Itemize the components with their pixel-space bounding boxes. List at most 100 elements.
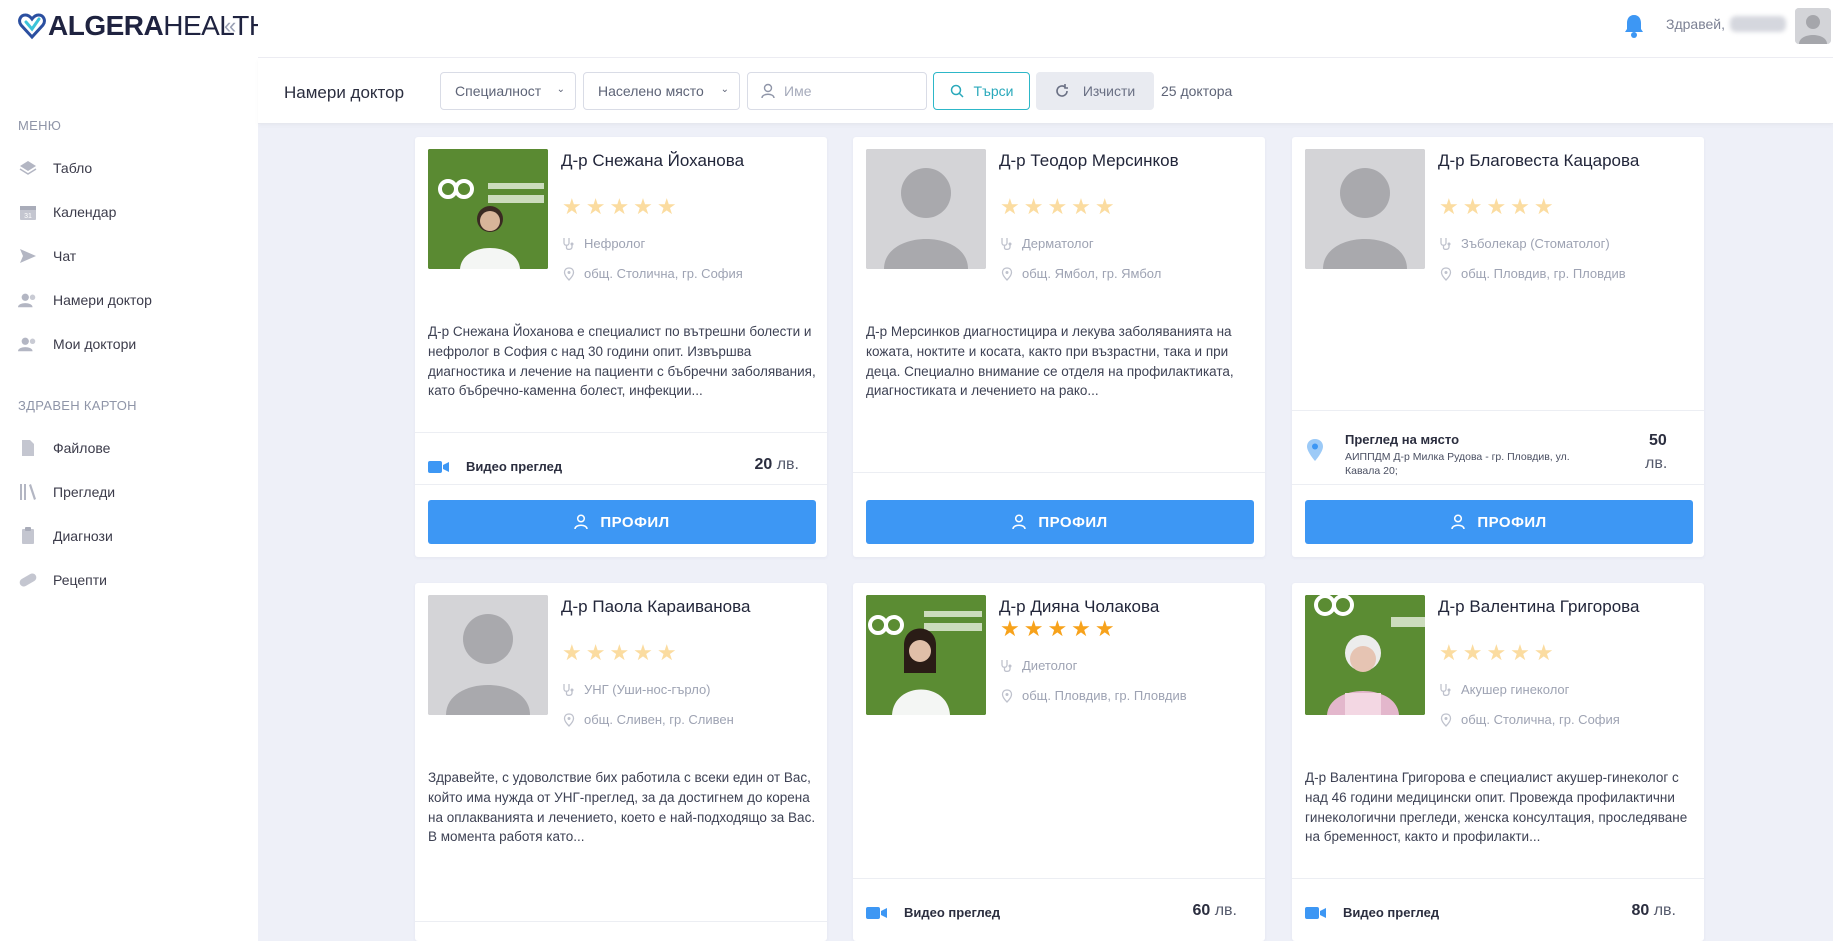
price-currency: лв.	[1214, 902, 1237, 919]
health-record-section-title: ЗДРАВЕН КАРТОН	[18, 398, 137, 413]
search-icon	[950, 84, 964, 98]
video-camera-icon	[1305, 906, 1326, 919]
sidebar-item-prescriptions[interactable]: Рецепти	[18, 568, 107, 592]
person-icon	[1012, 514, 1027, 530]
sidebar-item-chat[interactable]: Чат	[18, 244, 76, 268]
sidebar-item-dashboard[interactable]: Табло	[18, 156, 92, 180]
avatar-placeholder-icon	[1305, 149, 1425, 269]
divider	[1292, 484, 1704, 485]
doctor-name[interactable]: Д-р Паола Караиванова	[561, 595, 801, 619]
stethoscope-icon	[563, 237, 574, 250]
calendar-icon: 31	[18, 202, 38, 222]
notification-bell-icon[interactable]	[1622, 13, 1646, 39]
sidebar-item-my-doctors[interactable]: Мои доктори	[18, 332, 136, 356]
video-camera-icon	[866, 906, 887, 919]
visit-type: Видео преглед	[428, 459, 562, 474]
location-pin-icon	[1001, 688, 1013, 703]
visit-type: Видео преглед	[1305, 905, 1439, 920]
doctor-specialty: Дерматолог	[1000, 236, 1094, 251]
file-icon	[18, 438, 38, 458]
clear-button[interactable]: Изчисти	[1036, 72, 1154, 110]
profile-button-label: ПРОФИЛ	[1477, 513, 1547, 531]
profile-button[interactable]: ПРОФИЛ	[1305, 500, 1693, 544]
send-icon	[18, 246, 38, 266]
profile-button[interactable]: ПРОФИЛ	[866, 500, 1254, 544]
price: 20 лв.	[754, 456, 799, 474]
find-doctor-icon	[18, 290, 38, 310]
sidebar-item-label: Табло	[53, 160, 93, 176]
sidebar-item-label: Мои доктори	[53, 336, 137, 352]
price: 60 лв.	[1192, 902, 1237, 920]
doctor-name[interactable]: Д-р Валентина Григорова	[1438, 595, 1678, 619]
location-label: общ. Пловдив, гр. Пловдив	[1461, 266, 1626, 281]
doctor-location: общ. Пловдив, гр. Пловдив	[1439, 266, 1626, 281]
doctor-photo	[1305, 149, 1425, 269]
specialty-label: Нефролог	[584, 236, 646, 251]
sidebar-item-label: Чат	[53, 248, 77, 264]
name-search-field[interactable]	[747, 72, 927, 110]
stethoscope-icon	[1440, 237, 1451, 250]
visit-type-label: Преглед на място	[1345, 432, 1460, 447]
doctor-name[interactable]: Д-р Снежана Йоханова	[561, 149, 801, 173]
doctor-photo	[866, 595, 986, 715]
books-icon	[18, 482, 38, 502]
doctor-card: Д-р Дияна Чолакова ★★★★★ Диетолог общ. П…	[853, 583, 1265, 941]
sidebar-item-label: Файлове	[53, 440, 111, 456]
sidebar-item-files[interactable]: Файлове	[18, 436, 110, 460]
location-pin-icon	[1307, 439, 1323, 461]
rating-stars: ★★★★★	[1439, 640, 1558, 665]
doctor-description: Д-р Валентина Григорова е специалист аку…	[1305, 770, 1688, 845]
divider	[415, 484, 827, 485]
name-search-input[interactable]	[784, 83, 914, 99]
price-value: 60	[1192, 902, 1211, 919]
doctor-card: Д-р Теодор Мерсинков ★★★★★ Дерматолог об…	[853, 137, 1265, 557]
avatar-placeholder-icon	[428, 595, 548, 715]
doctor-name[interactable]: Д-р Теодор Мерсинков	[999, 149, 1239, 173]
search-button[interactable]: Търси	[933, 72, 1030, 110]
sidebar-item-calendar[interactable]: 31 Календар	[18, 200, 116, 224]
user-name-blurred	[1730, 16, 1786, 32]
sidebar-item-find-doctor[interactable]: Намери доктор	[18, 288, 152, 312]
topbar: Здравей,	[258, 0, 1833, 58]
doctor-card: Д-р Валентина Григорова ★★★★★ Акушер гин…	[1292, 583, 1704, 941]
doctor-card: Д-р Паола Караиванова ★★★★★ УНГ (Уши-нос…	[415, 583, 827, 941]
specialty-select-value: Специалност	[455, 83, 542, 99]
chevron-down-icon: ⌄	[720, 84, 729, 95]
specialty-select[interactable]: Специалност ⌄	[440, 72, 576, 110]
sidebar-item-label: Намери доктор	[53, 292, 152, 308]
sidebar-item-exams[interactable]: Прегледи	[18, 480, 115, 504]
price-value: 50	[1649, 432, 1667, 449]
doctor-photo	[428, 149, 548, 269]
doctor-location: общ. Пловдив, гр. Пловдив	[1000, 688, 1187, 703]
avatar-placeholder-icon	[866, 149, 986, 269]
stethoscope-icon	[563, 683, 574, 696]
search-button-label: Търси	[973, 83, 1014, 99]
rating-stars: ★★★★★	[1000, 616, 1119, 641]
doctor-photo	[866, 149, 986, 269]
sidebar-item-label: Календар	[53, 204, 117, 220]
doctor-count: 25 доктора	[1161, 83, 1233, 99]
collapse-sidebar-icon[interactable]: «	[224, 14, 244, 38]
dashboard-icon	[18, 158, 38, 178]
doctor-card: Д-р Благовеста Кацарова ★★★★★ Зъболекар …	[1292, 137, 1704, 557]
divider	[415, 921, 827, 922]
doctor-specialty: Диетолог	[1000, 658, 1077, 673]
chevron-down-icon: ⌄	[556, 84, 565, 95]
location-pin-icon	[563, 712, 575, 727]
doctor-description: Здравейте, с удоволствие бих работила с …	[428, 770, 816, 845]
refresh-icon	[1056, 84, 1068, 97]
clipboard-icon	[18, 526, 38, 546]
sidebar-item-diagnoses[interactable]: Диагнози	[18, 524, 113, 548]
divider	[853, 878, 1265, 879]
user-avatar[interactable]	[1795, 8, 1831, 44]
doctor-photo	[428, 595, 548, 715]
visit-type-label: Видео преглед	[466, 459, 563, 474]
visit-type-label: Видео преглед	[904, 905, 1001, 920]
profile-button[interactable]: ПРОФИЛ	[428, 500, 816, 544]
divider	[415, 432, 827, 433]
city-select[interactable]: Населено място ⌄	[583, 72, 740, 110]
price-currency: лв.	[776, 456, 799, 473]
person-icon	[574, 514, 589, 530]
doctor-name[interactable]: Д-р Благовеста Кацарова	[1438, 149, 1678, 173]
stethoscope-icon	[1001, 237, 1012, 250]
